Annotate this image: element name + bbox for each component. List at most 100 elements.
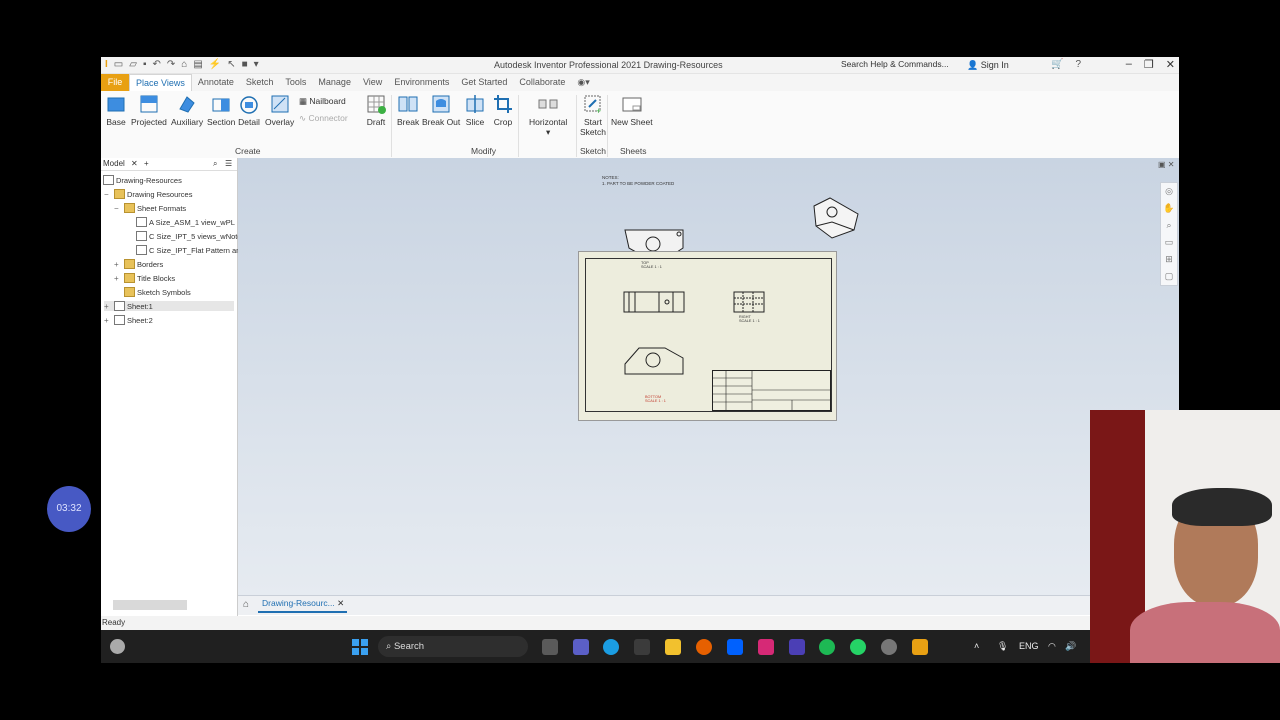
- expand-icon[interactable]: +: [114, 260, 122, 269]
- maximize-button[interactable]: ❐: [1144, 58, 1154, 71]
- tree-item-sheet-2[interactable]: + Sheet:2: [104, 315, 153, 325]
- section-button[interactable]: Section: [207, 93, 235, 127]
- tray-overflow-icon[interactable]: ˄: [974, 641, 979, 651]
- base-button[interactable]: Base: [105, 93, 127, 127]
- front-view[interactable]: [623, 290, 685, 314]
- redo-icon[interactable]: ↷: [167, 59, 175, 71]
- projected-button[interactable]: Projected: [131, 93, 167, 127]
- tab-annotate[interactable]: Annotate: [192, 74, 240, 91]
- save-icon[interactable]: ▪: [143, 59, 147, 71]
- tab-sketch[interactable]: Sketch: [240, 74, 280, 91]
- add-tab-icon[interactable]: +: [144, 159, 149, 168]
- zoom-window-icon[interactable]: ▭: [1161, 234, 1177, 251]
- collapse-icon[interactable]: −: [104, 190, 112, 199]
- print-icon[interactable]: ▤: [193, 59, 202, 71]
- tree-item-drawing-resources[interactable]: − Drawing Resources: [104, 189, 192, 199]
- detail-button[interactable]: Detail: [238, 93, 260, 127]
- expand-icon[interactable]: +: [114, 274, 122, 283]
- steering-wheel-icon[interactable]: ◎: [1161, 183, 1177, 200]
- browser-tab-model[interactable]: Model: [103, 159, 125, 168]
- microphone-icon[interactable]: 🎙: [997, 641, 1008, 652]
- tree-item-sketch-symbols[interactable]: Sketch Symbols: [124, 287, 191, 297]
- wifi-icon[interactable]: ◠: [1048, 641, 1056, 652]
- tab-collaborate[interactable]: Collaborate: [513, 74, 571, 91]
- collapse-icon[interactable]: −: [114, 204, 122, 213]
- whatsapp-icon[interactable]: [850, 639, 866, 655]
- tab-view[interactable]: View: [357, 74, 388, 91]
- crop-button[interactable]: Crop: [492, 93, 514, 127]
- firefox-icon[interactable]: [696, 639, 712, 655]
- close-tab-icon[interactable]: ✕: [131, 159, 138, 168]
- edge-icon[interactable]: [603, 639, 619, 655]
- zoom-all-icon[interactable]: ⊞: [1161, 251, 1177, 268]
- dropbox-icon[interactable]: [727, 639, 743, 655]
- sign-in-button[interactable]: 👤 Sign In: [967, 60, 1009, 71]
- file-explorer-icon[interactable]: [665, 639, 681, 655]
- store-icon[interactable]: [634, 639, 650, 655]
- bottom-view[interactable]: [623, 344, 687, 378]
- task-view-icon[interactable]: [542, 639, 558, 655]
- expand-icon[interactable]: +: [104, 302, 112, 311]
- close-doc-icon[interactable]: ✕: [337, 598, 344, 608]
- chrome-icon[interactable]: [881, 639, 897, 655]
- new-sheet-button[interactable]: New Sheet: [611, 93, 653, 127]
- pan-icon[interactable]: ✋: [1161, 200, 1177, 217]
- language-indicator[interactable]: ENG: [1019, 641, 1039, 651]
- undo-icon[interactable]: ↶: [152, 59, 160, 71]
- zoom-icon[interactable]: ⌕: [1161, 217, 1177, 234]
- home-icon[interactable]: ⌂: [181, 59, 187, 71]
- tree-item-borders[interactable]: + Borders: [114, 259, 163, 269]
- customize-icon[interactable]: ▾: [254, 59, 259, 71]
- tab-get-started[interactable]: Get Started: [455, 74, 513, 91]
- drawing-sheet[interactable]: TOP SCALE 1 : 1 RIGHT SCALE 1 : 1 BOTTOM SC…: [578, 251, 837, 421]
- search-help-input[interactable]: Search Help & Commands...: [831, 59, 965, 71]
- draft-button[interactable]: Draft: [365, 93, 387, 127]
- iso-view-part[interactable]: [810, 194, 862, 244]
- app-icon[interactable]: [789, 639, 805, 655]
- graphics-canvas[interactable]: NOTES: 1. PART TO BE POWDER COATED TOP SC…: [238, 158, 1179, 596]
- start-sketch-button[interactable]: + Start Sketch: [580, 93, 606, 137]
- taskbar-search[interactable]: ⌕ Search: [378, 636, 528, 657]
- right-view[interactable]: [733, 290, 765, 314]
- open-icon[interactable]: ▱: [129, 59, 137, 71]
- tree-item-drawing[interactable]: Drawing-Resources: [103, 175, 182, 185]
- tab-manage[interactable]: Manage: [312, 74, 357, 91]
- panel-toggle-icon[interactable]: ◉▾: [571, 74, 595, 91]
- title-block[interactable]: [712, 370, 831, 411]
- volume-icon[interactable]: 🔊: [1065, 641, 1076, 652]
- document-tab[interactable]: Drawing-Resourc... ✕: [258, 598, 348, 613]
- inventor-taskbar-icon[interactable]: [912, 639, 928, 655]
- color-icon[interactable]: ■: [242, 59, 248, 71]
- spotify-icon[interactable]: [819, 639, 835, 655]
- tree-item-sheet-1[interactable]: + Sheet:1: [104, 301, 234, 311]
- break-out-button[interactable]: Break Out: [422, 93, 460, 127]
- cart-icon[interactable]: 🛒: [1051, 59, 1063, 70]
- tree-item-sheet-format[interactable]: A Size_ASM_1 view_wPL: [136, 217, 235, 227]
- browser-scrollbar[interactable]: [113, 600, 187, 610]
- start-icon[interactable]: [352, 639, 368, 655]
- viewcube-icon[interactable]: ▣ ✕: [1158, 160, 1174, 169]
- horizontal-button[interactable]: Horizontal ▾: [529, 93, 567, 138]
- search-icon[interactable]: ⌕: [213, 158, 217, 170]
- tree-item-title-blocks[interactable]: + Title Blocks: [114, 273, 175, 283]
- slice-button[interactable]: Slice: [464, 93, 486, 127]
- weather-icon[interactable]: [110, 639, 125, 654]
- home-tab-icon[interactable]: ⌂: [243, 599, 249, 610]
- nailboard-button[interactable]: ▦ Nailboard: [299, 96, 346, 107]
- help-icon[interactable]: ?: [1075, 59, 1081, 70]
- minimize-button[interactable]: –: [1126, 58, 1132, 71]
- tab-environments[interactable]: Environments: [388, 74, 455, 91]
- tab-place-views[interactable]: Place Views: [129, 73, 192, 92]
- tree-item-sheet-format[interactable]: C Size_IPT_5 views_wNote: [136, 231, 242, 241]
- menu-icon[interactable]: ☰: [225, 158, 232, 170]
- connector-button[interactable]: ∿ Connector: [299, 113, 348, 124]
- tab-file[interactable]: File: [101, 74, 129, 91]
- update-icon[interactable]: ⚡: [209, 59, 221, 71]
- close-button[interactable]: ✕: [1166, 58, 1175, 71]
- auxiliary-button[interactable]: Auxiliary: [171, 93, 203, 127]
- new-icon[interactable]: ▭: [114, 59, 123, 71]
- tab-tools[interactable]: Tools: [279, 74, 312, 91]
- look-at-icon[interactable]: ▢: [1161, 268, 1177, 285]
- instagram-icon[interactable]: [758, 639, 774, 655]
- teams-icon[interactable]: [573, 639, 589, 655]
